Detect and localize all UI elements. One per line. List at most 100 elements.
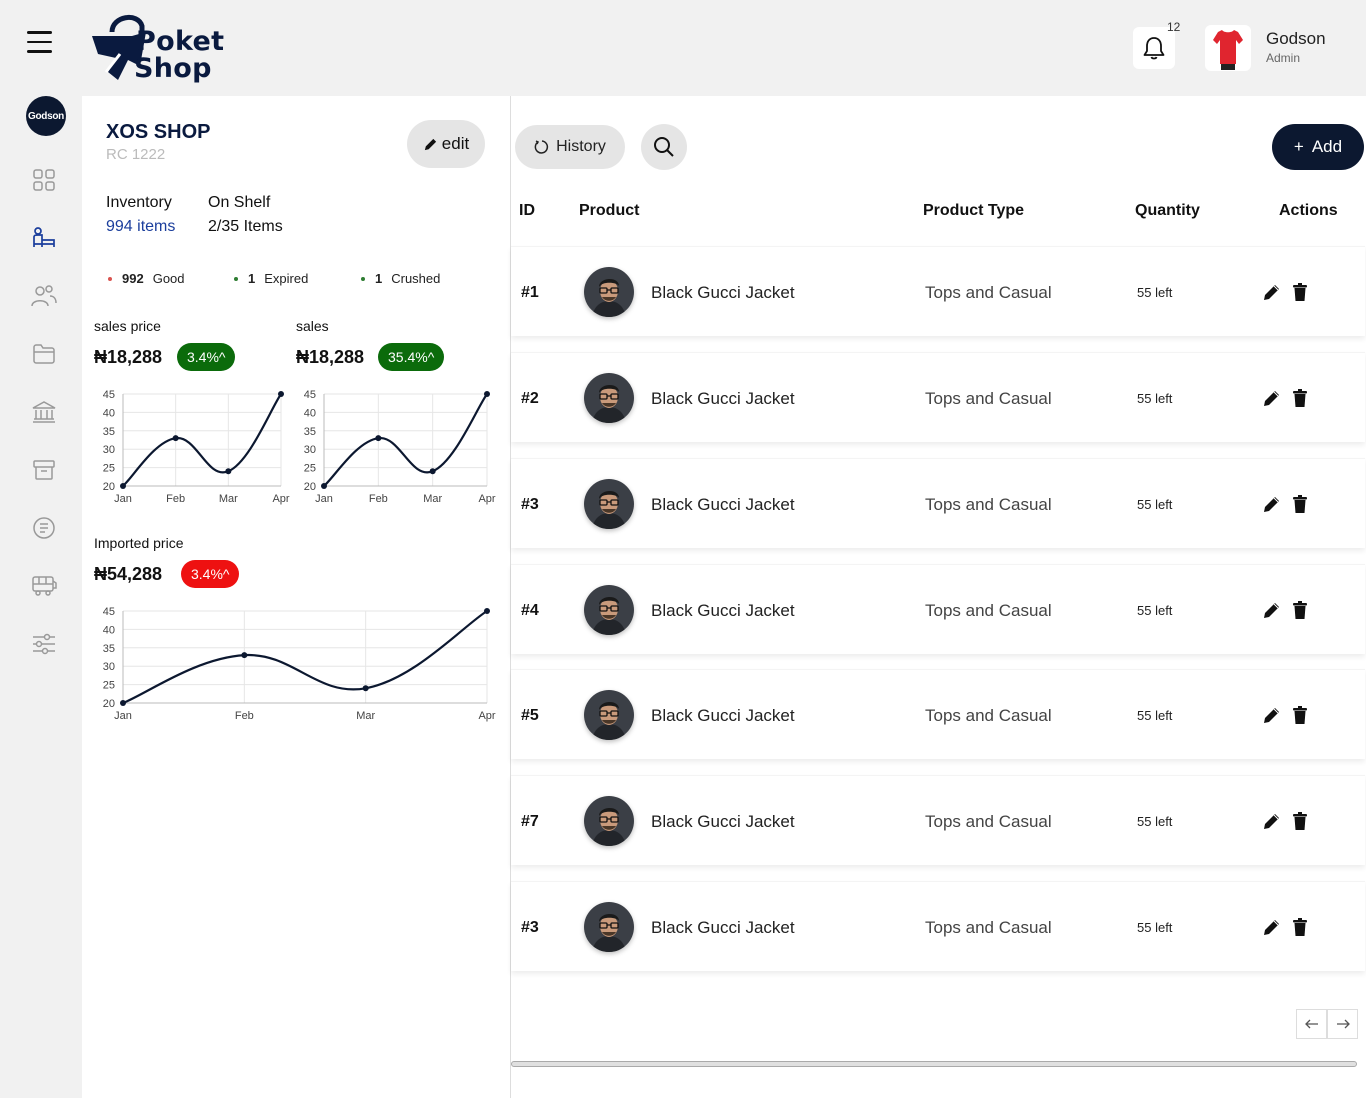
data-point[interactable]: [484, 608, 490, 614]
sidebar-item-delivery[interactable]: [30, 572, 58, 600]
y-tick-label: 35: [304, 426, 316, 438]
product-name[interactable]: Black Gucci Jacket: [651, 389, 795, 409]
product-name[interactable]: Black Gucci Jacket: [651, 283, 795, 303]
product-name[interactable]: Black Gucci Jacket: [651, 706, 795, 726]
arrow-right-icon: [1336, 1019, 1350, 1029]
table-row[interactable]: #3 Black Gucci Jacket Tops and Casual 55 le…: [511, 458, 1365, 548]
data-point[interactable]: [225, 468, 232, 475]
sidebar-item-dashboard[interactable]: [30, 166, 58, 194]
pencil-icon: [424, 138, 436, 150]
product-type: Tops and Casual: [925, 495, 1052, 514]
product-name[interactable]: Black Gucci Jacket: [651, 812, 795, 832]
data-point[interactable]: [484, 391, 490, 397]
table-row[interactable]: #2 Black Gucci Jacket Tops and Casual 55 le…: [511, 352, 1365, 442]
shop-rc-number: RC 1222: [106, 146, 166, 163]
delete-row-button[interactable]: [1292, 494, 1308, 514]
product-name[interactable]: Black Gucci Jacket: [651, 601, 795, 621]
product-thumbnail[interactable]: [584, 479, 634, 529]
product-avatar-icon: [584, 585, 634, 635]
sidebar-item-rooms[interactable]: [30, 224, 58, 252]
next-page-button[interactable]: [1327, 1009, 1358, 1039]
edit-shop-button[interactable]: edit: [407, 120, 485, 168]
product-name[interactable]: Black Gucci Jacket: [651, 918, 795, 938]
data-point[interactable]: [278, 391, 284, 397]
add-product-button[interactable]: + Add: [1272, 124, 1364, 170]
y-tick-label: 20: [103, 698, 115, 710]
edit-row-button[interactable]: [1262, 388, 1282, 408]
history-button[interactable]: History: [515, 125, 625, 169]
row-id: #3: [521, 919, 539, 936]
user-role: Admin: [1266, 51, 1301, 65]
user-avatar[interactable]: [1205, 25, 1251, 71]
y-tick-label: 30: [103, 444, 115, 456]
y-tick-label: 40: [103, 407, 115, 419]
data-point[interactable]: [120, 700, 126, 706]
previous-page-button[interactable]: [1296, 1009, 1327, 1039]
edit-row-button[interactable]: [1262, 282, 1282, 302]
y-tick-label: 35: [103, 643, 115, 655]
delete-row-button[interactable]: [1292, 917, 1308, 937]
table-row[interactable]: #7 Black Gucci Jacket Tops and Casual 55 le…: [511, 775, 1365, 865]
data-point[interactable]: [429, 468, 436, 475]
stat-label: Good: [152, 271, 185, 286]
delete-row-button[interactable]: [1292, 282, 1308, 302]
sales-label: sales: [296, 318, 329, 334]
sidebar-item-bank[interactable]: [30, 398, 58, 426]
table-row[interactable]: #5 Black Gucci Jacket Tops and Casual 55 le…: [511, 669, 1365, 759]
edit-button-label: edit: [441, 134, 470, 153]
product-thumbnail[interactable]: [584, 373, 634, 423]
stat-count: 1: [375, 271, 383, 286]
trash-icon: [1293, 283, 1307, 301]
sidebar-avatar[interactable]: Godson: [26, 96, 66, 136]
product-name[interactable]: Black Gucci Jacket: [651, 495, 795, 515]
inventory-value[interactable]: 994 items: [106, 218, 175, 236]
edit-row-button[interactable]: [1262, 494, 1282, 514]
delete-row-button[interactable]: [1292, 705, 1308, 725]
on-shelf-label: On Shelf: [208, 194, 271, 211]
data-point[interactable]: [321, 483, 327, 489]
table-row[interactable]: #3 Black Gucci Jacket Tops and Casual 55 le…: [511, 881, 1365, 971]
bed-icon: [33, 227, 55, 247]
edit-row-button[interactable]: [1262, 705, 1282, 725]
sidebar-item-archive[interactable]: [30, 456, 58, 484]
delete-row-button[interactable]: [1292, 388, 1308, 408]
trash-icon: [1293, 389, 1307, 407]
user-name[interactable]: Godson: [1266, 29, 1326, 49]
stat-dot-icon: [108, 276, 112, 281]
data-point[interactable]: [120, 483, 126, 489]
product-thumbnail[interactable]: [584, 796, 634, 846]
hamburger-menu-icon[interactable]: [27, 31, 52, 53]
data-point[interactable]: [375, 435, 382, 442]
data-point[interactable]: [241, 652, 248, 659]
data-point[interactable]: [362, 685, 369, 692]
table-row[interactable]: #1 Black Gucci Jacket Tops and Casual 55 le…: [511, 246, 1365, 336]
delete-row-button[interactable]: [1292, 600, 1308, 620]
product-thumbnail[interactable]: [584, 690, 634, 740]
horizontal-scrollbar[interactable]: [511, 1061, 1357, 1067]
product-type: Tops and Casual: [925, 601, 1052, 620]
series-line: [323, 393, 488, 487]
search-button[interactable]: [641, 124, 687, 170]
delete-row-button[interactable]: [1292, 811, 1308, 831]
grid-icon: [33, 169, 55, 191]
data-point[interactable]: [172, 435, 179, 442]
table-row[interactable]: #4 Black Gucci Jacket Tops and Casual 55 le…: [511, 564, 1365, 654]
edit-row-button[interactable]: [1262, 917, 1282, 937]
sidebar-item-users[interactable]: [30, 282, 58, 310]
product-thumbnail[interactable]: [584, 267, 634, 317]
y-tick-label: 40: [304, 407, 316, 419]
poket-shop-logo[interactable]: Poket Shop: [88, 10, 248, 88]
sales-value: ₦18,288: [296, 347, 365, 367]
product-quantity: 55 left: [1137, 285, 1173, 300]
edit-row-button[interactable]: [1262, 811, 1282, 831]
top-header: Poket Shop 12 Godson Admin: [0, 0, 1366, 96]
x-tick-label: Apr: [478, 493, 495, 505]
product-thumbnail[interactable]: [584, 902, 634, 952]
search-icon: [654, 137, 674, 157]
edit-row-button[interactable]: [1262, 600, 1282, 620]
stat-crushed: 1 Crushed: [361, 271, 440, 286]
sidebar-item-reports[interactable]: [30, 514, 58, 542]
product-thumbnail[interactable]: [584, 585, 634, 635]
sidebar-item-settings[interactable]: [30, 630, 58, 658]
sidebar-item-files[interactable]: [30, 340, 58, 368]
